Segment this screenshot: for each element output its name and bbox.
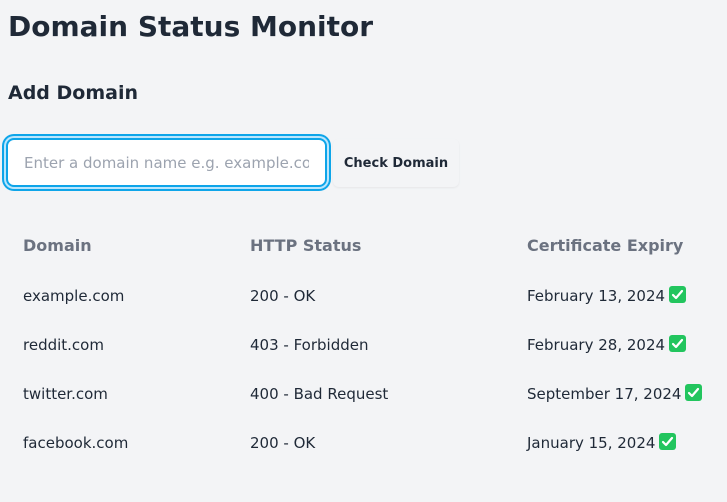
certificate-expiry-cell: February 28, 2024 xyxy=(527,320,687,371)
http-status-cell: 403 - Forbidden xyxy=(250,336,369,354)
http-status-cell: 200 - OK xyxy=(250,287,316,305)
table-header-row: Domain HTTP Status Certificate Expiry xyxy=(0,220,727,271)
check-mark-icon xyxy=(685,384,703,401)
table-row: facebook.com 200 - OK January 15, 2024 xyxy=(0,418,727,467)
expiry-date: February 13, 2024 xyxy=(527,287,666,305)
column-header-certificate-expiry: Certificate Expiry xyxy=(527,236,684,255)
table-row: example.com 200 - OK February 13, 2024 xyxy=(0,271,727,320)
page: Domain Status Monitor Add Domain Check D… xyxy=(0,0,727,502)
add-domain-heading: Add Domain xyxy=(8,82,139,104)
table-row: reddit.com 403 - Forbidden February 28, … xyxy=(0,320,727,369)
check-mark-icon xyxy=(669,335,687,352)
domain-cell: twitter.com xyxy=(23,385,108,403)
http-status-cell: 200 - OK xyxy=(250,434,316,452)
check-domain-button[interactable]: Check Domain xyxy=(333,139,459,187)
domain-cell: example.com xyxy=(23,287,125,305)
domain-cell: reddit.com xyxy=(23,336,104,354)
table-row: twitter.com 400 - Bad Request September … xyxy=(0,369,727,418)
column-header-http-status: HTTP Status xyxy=(250,236,362,255)
domain-cell: facebook.com xyxy=(23,434,129,452)
page-title: Domain Status Monitor xyxy=(8,10,374,43)
column-header-domain: Domain xyxy=(23,236,92,255)
check-mark-icon xyxy=(659,433,677,450)
check-mark-icon xyxy=(669,286,687,303)
certificate-expiry-cell: February 13, 2024 xyxy=(527,271,687,322)
domain-table: Domain HTTP Status Certificate Expiry ex… xyxy=(0,220,727,467)
certificate-expiry-cell: January 15, 2024 xyxy=(527,418,677,469)
domain-input[interactable] xyxy=(6,138,327,187)
expiry-date: September 17, 2024 xyxy=(527,385,682,403)
certificate-expiry-cell: September 17, 2024 xyxy=(527,369,703,420)
expiry-date: February 28, 2024 xyxy=(527,336,666,354)
expiry-date: January 15, 2024 xyxy=(527,434,656,452)
http-status-cell: 400 - Bad Request xyxy=(250,385,389,403)
